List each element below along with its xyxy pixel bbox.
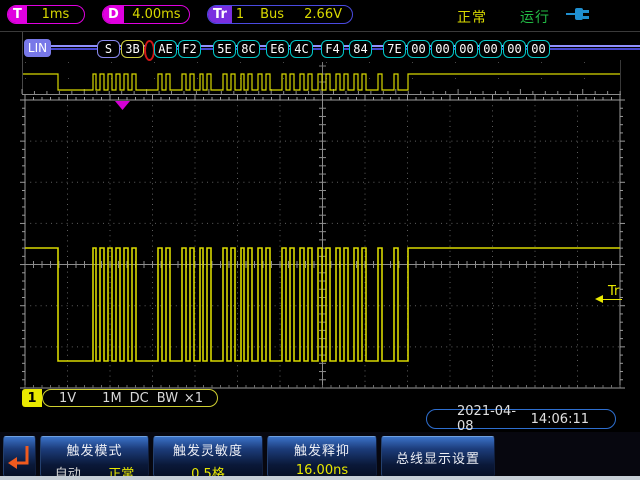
trigger-level-arrow-icon [595,295,603,303]
oscilloscope-screen: T 1ms D 4.00ms Tr 1 Bus 2.66V 正常 运行 LIN … [0,0,640,480]
menu-trigger-mode[interactable]: 触发模式 自动 正常 [40,436,149,477]
decode-byte-S: S [97,40,120,58]
trigger-level: 2.66V [288,7,352,22]
decode-byte-4C: 4C [290,40,313,58]
coupling: DC [130,391,149,406]
scope-graticule-and-waveforms [0,0,640,480]
decode-byte-8C: 8C [237,40,260,58]
trigger-source: 1 [232,7,248,22]
decode-byte-7E: 7E [383,40,406,58]
timebase-badge: T [8,6,27,23]
decode-byte-AE: AE [154,40,177,58]
topbar-separator [0,31,640,32]
trigger-type: Bus [256,7,288,22]
decode-byte-00: 00 [503,40,526,58]
acquisition-status: 正常 [457,7,487,27]
run-status: 运行 [520,7,550,27]
trigger-control[interactable]: Tr 1 Bus 2.66V [207,5,353,24]
timebase-control[interactable]: T 1ms [7,5,85,24]
usb-plug-icon [565,6,595,23]
channel-1-settings[interactable]: 1V 1M DC BW ×1 [42,389,218,407]
decode-byte-00: 00 [527,40,550,58]
soft-menu-bar: 触发模式 自动 正常 触发灵敏度 0.5格 触发释抑 16.00ns 总线显示设… [0,432,640,480]
delay-badge: D [103,6,124,23]
decode-byte-00: 00 [407,40,430,58]
bottom-strip [0,476,640,480]
delay-value: 4.00ms [124,7,189,22]
back-arrow-icon [4,437,37,478]
decode-byte-F4: F4 [321,40,344,58]
datetime-box: 2021-04-08 14:06:11 [426,409,616,429]
decode-byte-F2: F2 [178,40,201,58]
volts-per-div: 1V [59,391,76,406]
delay-control[interactable]: D 4.00ms [102,5,190,24]
bandwidth-limit: BW [157,391,178,406]
decode-byte-00: 00 [431,40,454,58]
time-label: 14:06:11 [531,412,589,427]
decode-byte-3B: 3B [121,40,144,58]
decode-byte-00: 00 [479,40,502,58]
probe-ratio: ×1 [184,391,203,406]
decode-byte-84: 84 [349,40,372,58]
date-label: 2021-04-08 [457,404,531,434]
trigger-level-marker[interactable]: Tr [603,280,622,300]
channel-1-badge[interactable]: 1 [22,389,42,407]
timebase-value: 1ms [27,7,84,22]
back-button[interactable] [3,436,36,477]
menu-trigger-holdoff[interactable]: 触发释抑 16.00ns [267,436,377,477]
decode-byte-00: 00 [455,40,478,58]
menu-bus-display-settings[interactable]: 总线显示设置 [381,436,495,477]
trigger-position-icon [115,101,130,110]
input-impedance: 1M [102,391,122,406]
protocol-badge[interactable]: LIN [24,39,51,57]
trigger-badge: Tr [208,6,232,23]
decode-byte-5E: 5E [213,40,236,58]
decode-byte-E6: E6 [266,40,289,58]
menu-trigger-sensitivity[interactable]: 触发灵敏度 0.5格 [153,436,263,477]
